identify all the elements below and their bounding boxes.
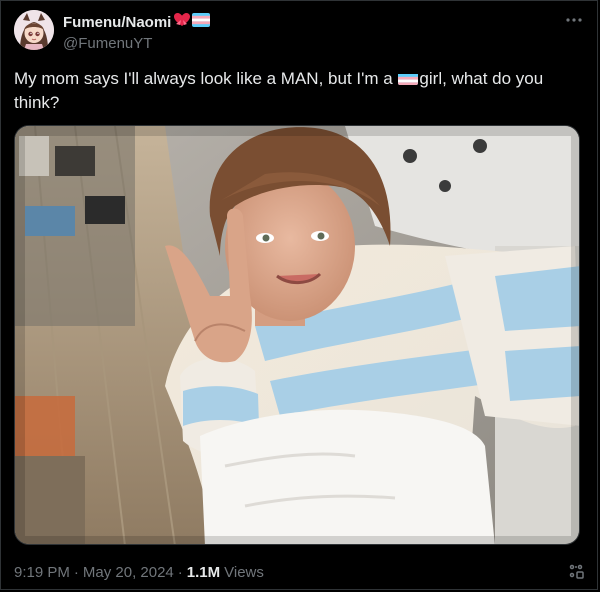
analytics-icon[interactable] xyxy=(566,561,586,581)
avatar-image xyxy=(14,10,54,50)
avatar[interactable] xyxy=(14,10,54,50)
tweet-photo[interactable] xyxy=(14,125,580,545)
tweet-time[interactable]: 9:19 PM xyxy=(14,564,70,581)
tweet-date[interactable]: May 20, 2024 xyxy=(83,564,174,581)
heart-ribbon-emoji xyxy=(173,12,191,33)
views-count: 1.1M xyxy=(186,563,221,581)
selfie-photo-image xyxy=(15,126,579,544)
separator-dot: · xyxy=(73,563,79,581)
trans-flag-emoji-inline xyxy=(398,71,419,85)
views-label: Views xyxy=(224,563,264,581)
display-name[interactable]: Fumenu/Naomi xyxy=(63,14,171,31)
tweet-footer: 9:19 PM · May 20, 2024 · 1.1M Views xyxy=(14,561,586,583)
user-names: Fumenu/Naomi @FumenuYT xyxy=(63,12,211,52)
more-icon[interactable] xyxy=(562,10,586,32)
separator-dot: · xyxy=(177,563,183,581)
trans-flag-emoji xyxy=(192,12,211,32)
tweet-text: My mom says I'll always look like a MAN,… xyxy=(14,67,574,115)
display-name-row: Fumenu/Naomi xyxy=(63,12,211,33)
tweet-text-part-1: My mom says I'll always look like a MAN,… xyxy=(14,69,398,88)
user-handle[interactable]: @FumenuYT xyxy=(63,35,210,52)
tweet-header: Fumenu/Naomi @FumenuYT xyxy=(14,10,586,54)
